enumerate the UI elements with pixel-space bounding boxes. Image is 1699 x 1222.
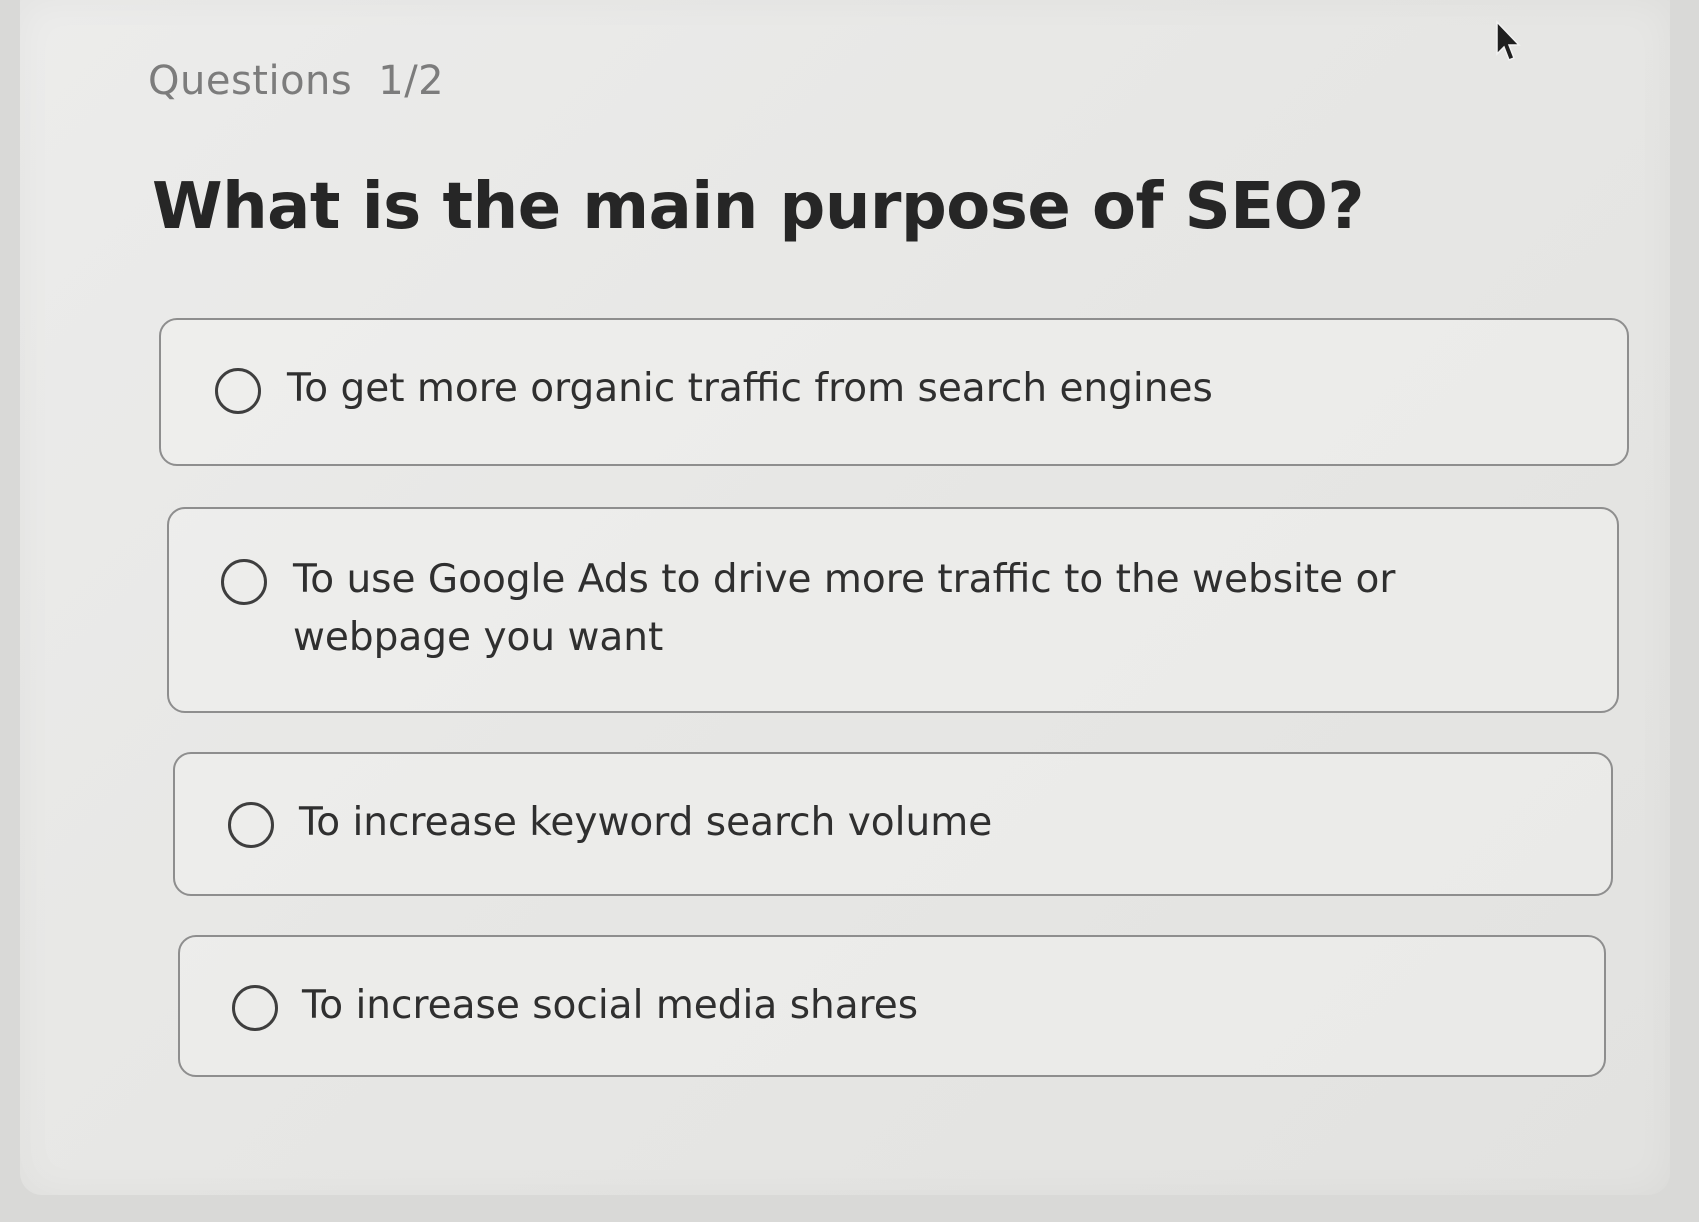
- counter-progress: 1/2: [378, 58, 445, 104]
- answer-option-label: To use Google Ads to drive more traffic …: [293, 557, 1396, 660]
- answer-option-label: To increase keyword search volume: [299, 800, 993, 845]
- answer-option-label: To get more organic traffic from search …: [287, 366, 1213, 411]
- answer-option-4[interactable]: To increase social media shares: [178, 935, 1606, 1077]
- radio-unchecked-icon[interactable]: [221, 559, 267, 605]
- radio-unchecked-icon[interactable]: [228, 802, 274, 848]
- answer-option-label: To increase social media shares: [302, 983, 919, 1028]
- answer-option-2[interactable]: To use Google Ads to drive more traffic …: [167, 507, 1619, 713]
- question-title: What is the main purpose of SEO?: [152, 170, 1364, 244]
- answer-option-3[interactable]: To increase keyword search volume: [173, 752, 1613, 896]
- answer-option-1[interactable]: To get more organic traffic from search …: [159, 318, 1629, 466]
- quiz-screen: Questions 1/2 What is the main purpose of…: [20, 0, 1670, 1195]
- counter-label: Questions: [148, 58, 353, 104]
- radio-unchecked-icon[interactable]: [215, 368, 261, 414]
- radio-unchecked-icon[interactable]: [232, 985, 278, 1031]
- question-counter: Questions 1/2: [148, 58, 470, 104]
- mouse-pointer-icon: [1496, 20, 1521, 61]
